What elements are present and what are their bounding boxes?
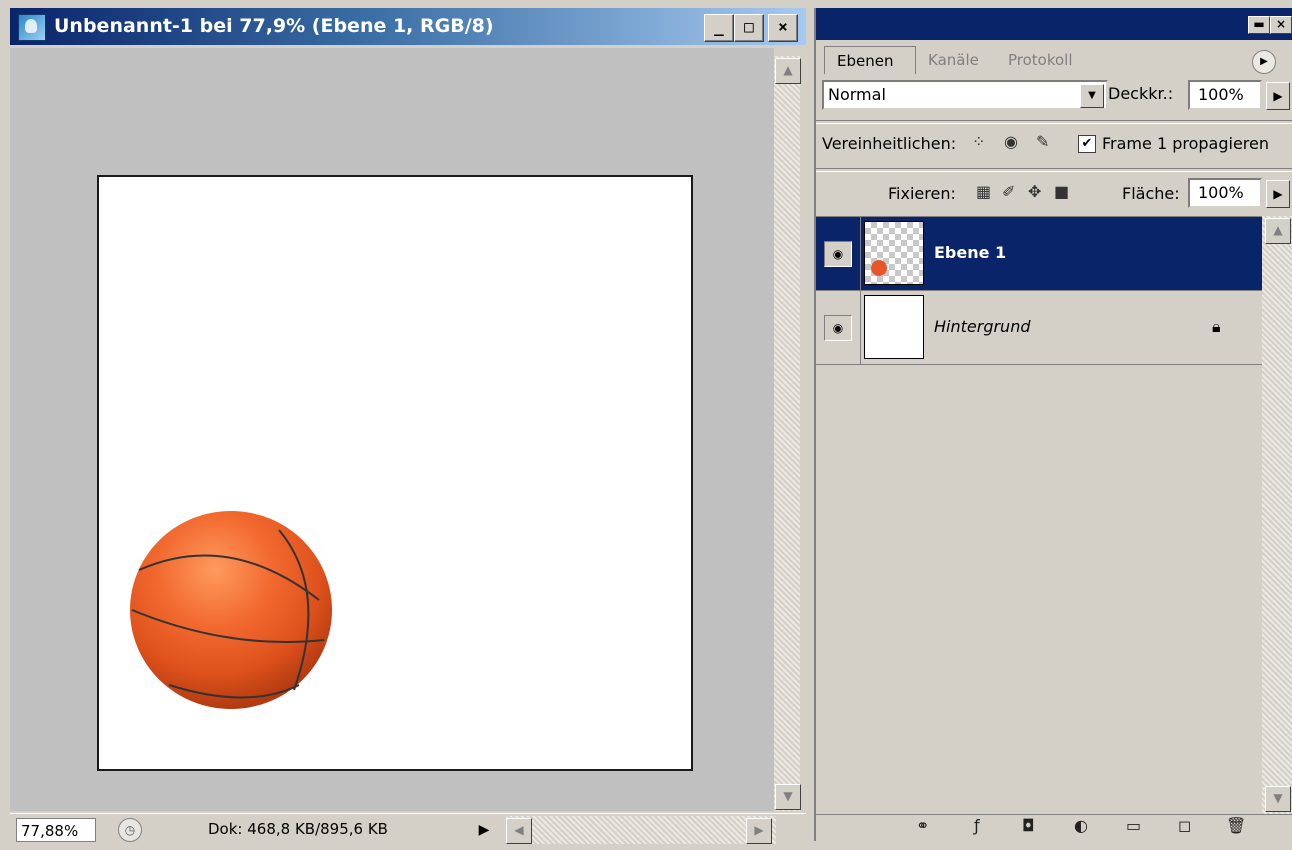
lock-move-icon[interactable]: ✥ — [1028, 182, 1041, 201]
layer-style-icon[interactable]: ƒ — [974, 816, 980, 835]
document-size-info: Dok: 468,8 KB/895,6 KB — [208, 820, 388, 838]
opacity-label: Deckkr.: — [1108, 84, 1174, 103]
fill-label: Fläche: — [1122, 184, 1180, 203]
layers-vertical-scrollbar[interactable]: ▲ ▼ — [1262, 216, 1292, 814]
document-vertical-scrollbar[interactable]: ▲ ▼ — [774, 56, 801, 811]
propagate-frame-checkbox[interactable]: ✔ — [1078, 135, 1096, 153]
tab-protokoll[interactable]: Protokoll — [996, 46, 1106, 74]
lock-paint-icon[interactable]: ✐ — [1002, 182, 1015, 201]
palette-minimize-button[interactable]: ▬ — [1248, 16, 1270, 34]
blend-mode-select[interactable]: Normal — [822, 80, 1108, 110]
unify-position-icon[interactable]: ⁘ — [972, 132, 985, 151]
photoshop-document-icon[interactable] — [18, 14, 46, 41]
basketball-image[interactable] — [129, 510, 334, 710]
document-title: Unbenannt-1 bei 77,9% (Ebene 1, RGB/8) — [54, 15, 494, 37]
separator — [816, 120, 1292, 124]
new-layer-icon[interactable]: ◻ — [1178, 816, 1191, 835]
document-horizontal-scrollbar[interactable]: ◀ ▶ — [506, 816, 776, 844]
eye-icon[interactable]: ◉ — [824, 315, 852, 341]
lock-all-icon[interactable]: ■ — [1054, 182, 1069, 201]
layer-row-ebene-1[interactable]: ◉ Ebene 1 — [816, 217, 1262, 291]
maximize-button[interactable]: □ — [734, 14, 764, 42]
scroll-down-arrow-icon[interactable]: ▼ — [1265, 786, 1291, 812]
palette-close-button[interactable]: × — [1270, 16, 1292, 34]
document-window: Unbenannt-1 bei 77,9% (Ebene 1, RGB/8) _… — [10, 8, 806, 850]
close-button[interactable]: × — [768, 14, 798, 42]
chevron-down-icon[interactable]: ▼ — [1080, 84, 1104, 108]
new-group-icon[interactable]: ▭ — [1126, 816, 1141, 835]
status-menu-arrow-icon[interactable]: ▶ — [472, 818, 496, 842]
minimize-button[interactable]: _ — [704, 14, 734, 42]
palette-bottom-bar — [816, 814, 1292, 842]
layer-row-hintergrund[interactable]: ◉ Hintergrund 🔒︎ — [816, 291, 1262, 365]
visibility-cell: ◉ — [816, 217, 861, 290]
opacity-field[interactable]: 100% — [1188, 80, 1262, 110]
document-titlebar[interactable]: Unbenannt-1 bei 77,9% (Ebene 1, RGB/8) _… — [10, 8, 806, 45]
scroll-up-arrow-icon[interactable]: ▲ — [1265, 218, 1291, 244]
unify-style-icon[interactable]: ✎ — [1036, 132, 1049, 151]
layers-palette: ▬ × Ebenen Kanäle Protokoll ▶ Normal ▼ D… — [814, 8, 1292, 842]
propagate-frame-label: Frame 1 propagieren — [1102, 134, 1269, 153]
layers-list: ◉ Ebene 1 ◉ Hintergrund 🔒︎ — [816, 216, 1262, 815]
link-layers-icon[interactable]: ⚭ — [916, 816, 929, 835]
document-canvas[interactable] — [97, 175, 693, 771]
lock-transparency-icon[interactable]: ▦ — [976, 182, 991, 201]
scroll-down-arrow-icon[interactable]: ▼ — [775, 784, 801, 810]
visibility-cell: ◉ — [816, 291, 861, 364]
opacity-slider-arrow-icon[interactable]: ▶ — [1266, 82, 1290, 110]
adjustment-layer-icon[interactable]: ◐ — [1074, 816, 1088, 835]
fill-slider-arrow-icon[interactable]: ▶ — [1266, 180, 1290, 208]
tab-ebenen[interactable]: Ebenen — [824, 46, 916, 74]
layer-thumbnail[interactable] — [864, 221, 924, 285]
canvas-workspace[interactable] — [10, 48, 774, 811]
palette-titlebar[interactable]: ▬ × — [816, 8, 1292, 40]
layer-mask-icon[interactable]: ◘ — [1022, 816, 1035, 835]
tab-kanaele[interactable]: Kanäle — [916, 46, 996, 74]
separator — [816, 168, 1292, 172]
scroll-up-arrow-icon[interactable]: ▲ — [775, 58, 801, 84]
fill-field[interactable]: 100% — [1188, 178, 1262, 208]
layer-name[interactable]: Ebene 1 — [934, 243, 1006, 262]
lock-label: Fixieren: — [888, 184, 956, 203]
eye-icon[interactable]: ◉ — [824, 241, 852, 267]
layer-thumbnail[interactable] — [864, 295, 924, 359]
status-info-icon[interactable]: ◷ — [118, 818, 142, 842]
scroll-right-arrow-icon[interactable]: ▶ — [746, 818, 772, 844]
unify-visibility-icon[interactable]: ◉ — [1004, 132, 1018, 151]
layer-name[interactable]: Hintergrund — [934, 317, 1030, 336]
palette-menu-button[interactable]: ▶ — [1252, 50, 1276, 74]
lock-icon: 🔒︎ — [1212, 317, 1221, 336]
trash-icon[interactable]: 🗑︎ — [1226, 816, 1246, 835]
zoom-field[interactable]: 77,88% — [16, 818, 96, 842]
unify-label: Vereinheitlichen: — [822, 134, 957, 153]
thumbnail-ball — [871, 260, 887, 276]
scroll-left-arrow-icon[interactable]: ◀ — [506, 818, 532, 844]
